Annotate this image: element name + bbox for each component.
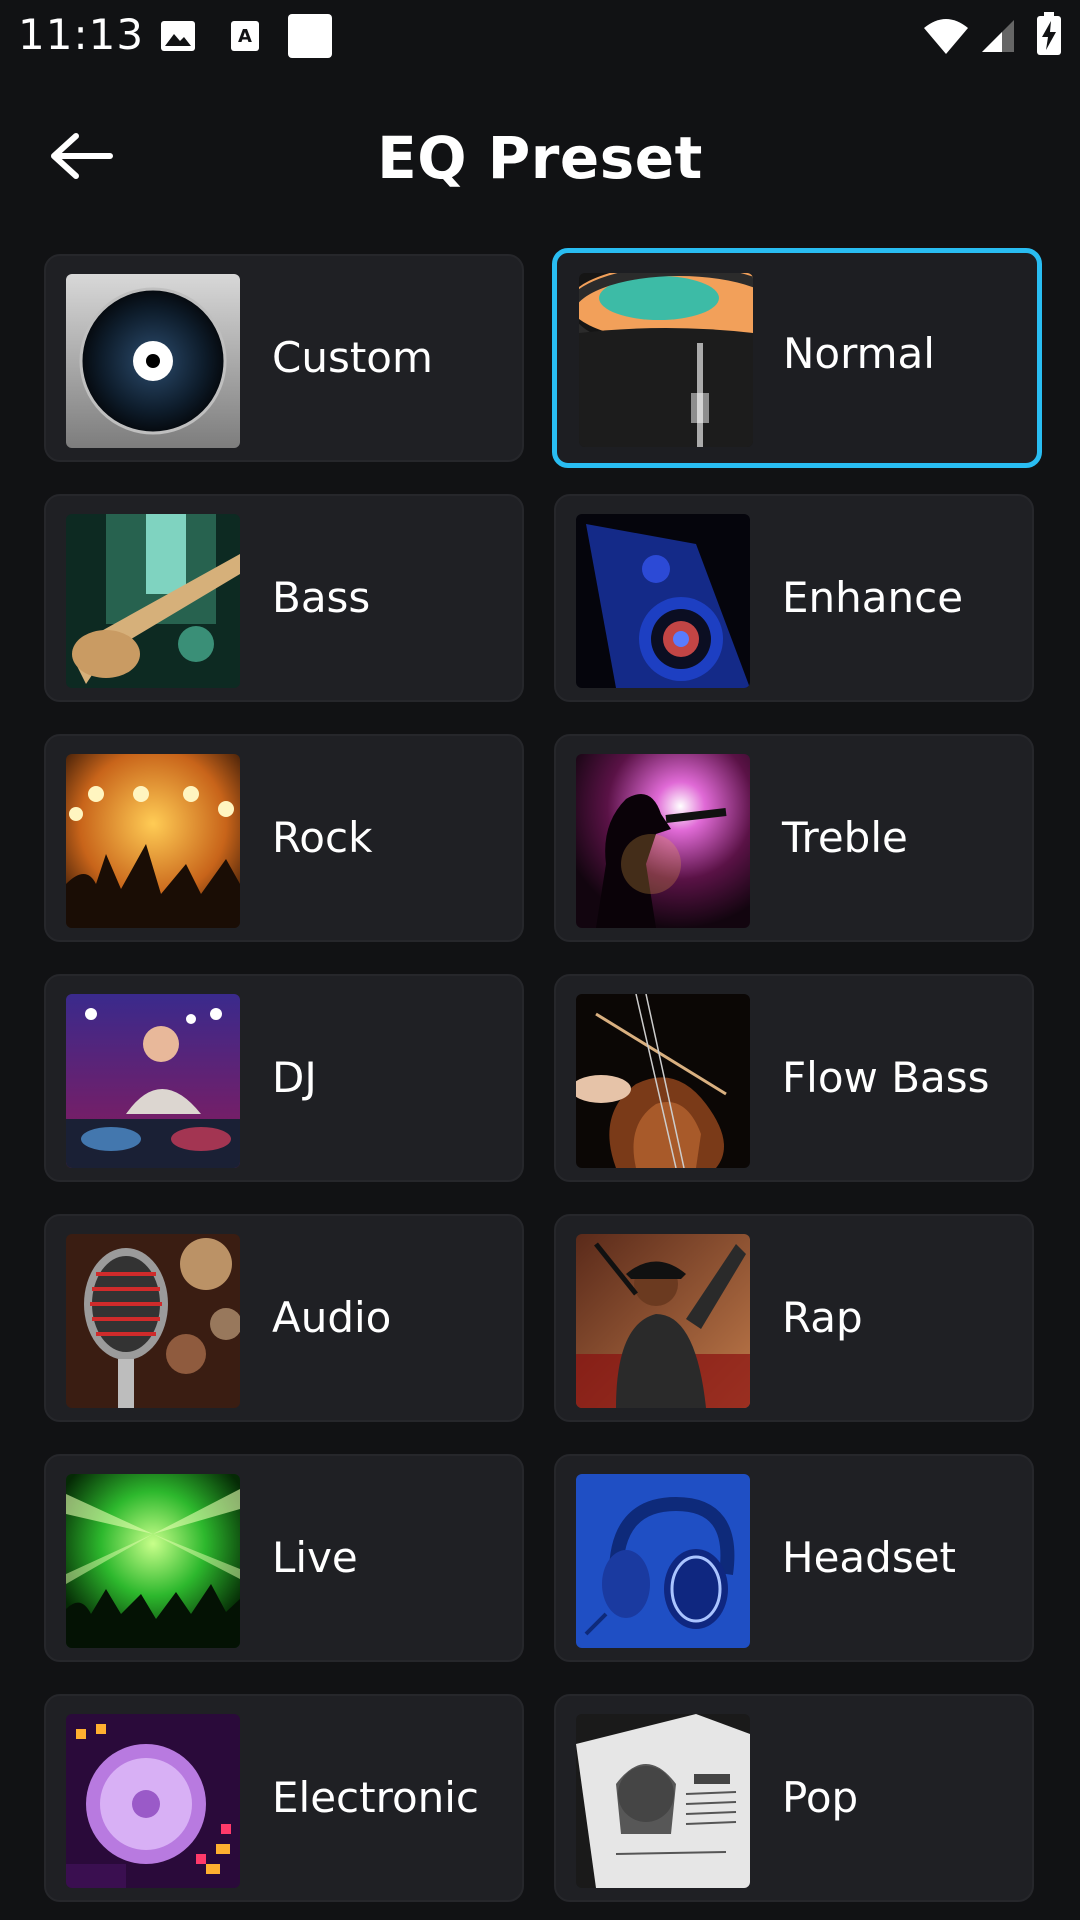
preset-card-pop[interactable]: Pop <box>554 1694 1034 1902</box>
preset-label: Enhance <box>782 573 964 622</box>
preset-card-treble[interactable]: Treble <box>554 734 1034 942</box>
preset-image-normal <box>579 273 753 447</box>
preset-label: DJ <box>272 1053 317 1102</box>
preset-card-electronic[interactable]: Electronic <box>44 1694 524 1902</box>
status-time: 11:13 <box>18 10 145 59</box>
page-title: EQ Preset <box>377 124 703 192</box>
preset-image-dj <box>66 994 240 1168</box>
preset-image-custom <box>66 274 240 448</box>
signal-icon <box>980 18 1016 54</box>
preset-image-flow-bass <box>576 994 750 1168</box>
preset-label: Flow Bass <box>782 1053 990 1102</box>
preset-label: Pop <box>782 1773 859 1822</box>
preset-card-normal[interactable]: Normal <box>552 248 1042 468</box>
preset-label: Bass <box>272 573 371 622</box>
preset-label: Rock <box>272 813 373 862</box>
font-icon: A <box>230 20 260 52</box>
preset-label: Electronic <box>272 1773 480 1822</box>
preset-card-bass[interactable]: Bass <box>44 494 524 702</box>
preset-image-enhance <box>576 514 750 688</box>
battery-icon <box>1036 12 1062 56</box>
preset-label: Audio <box>272 1293 392 1342</box>
wifi-icon <box>922 16 970 56</box>
preset-card-rap[interactable]: Rap <box>554 1214 1034 1422</box>
preset-label: Treble <box>782 813 908 862</box>
preset-image-treble <box>576 754 750 928</box>
preset-image-bass <box>66 514 240 688</box>
preset-card-rock[interactable]: Rock <box>44 734 524 942</box>
preset-image-rock <box>66 754 240 928</box>
preset-label: Normal <box>783 329 935 378</box>
preset-label: Rap <box>782 1293 863 1342</box>
preset-image-headset <box>576 1474 750 1648</box>
preset-card-flow-bass[interactable]: Flow Bass <box>554 974 1034 1182</box>
preset-card-headset[interactable]: Headset <box>554 1454 1034 1662</box>
preset-label: Custom <box>272 333 433 382</box>
preset-label: Live <box>272 1533 358 1582</box>
preset-card-live[interactable]: Live <box>44 1454 524 1662</box>
status-bar: 11:13 A <box>0 0 1080 72</box>
preset-image-rap <box>576 1234 750 1408</box>
svg-text:A: A <box>238 26 252 47</box>
gallery-icon <box>160 20 196 52</box>
preset-image-electronic <box>66 1714 240 1888</box>
preset-card-audio[interactable]: Audio <box>44 1214 524 1422</box>
notification-square-icon <box>288 14 332 58</box>
preset-label: Headset <box>782 1533 957 1582</box>
preset-image-live <box>66 1474 240 1648</box>
preset-card-custom[interactable]: Custom <box>44 254 524 462</box>
preset-card-dj[interactable]: DJ <box>44 974 524 1182</box>
preset-image-pop <box>576 1714 750 1888</box>
preset-image-audio <box>66 1234 240 1408</box>
preset-card-enhance[interactable]: Enhance <box>554 494 1034 702</box>
